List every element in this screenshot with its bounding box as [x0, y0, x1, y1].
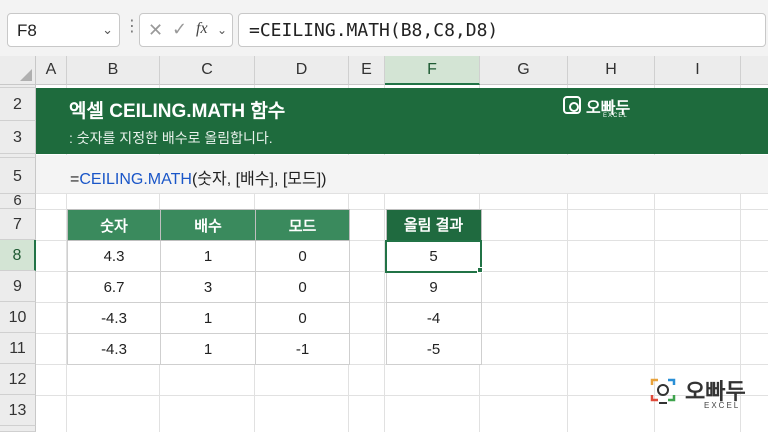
- header-multiple[interactable]: 배수: [160, 209, 256, 241]
- row-header-11[interactable]: 11: [0, 333, 36, 364]
- banner-logo: 오빠두 EXCEL: [563, 94, 643, 122]
- syntax-args: (숫자, [배수], [모드]): [191, 171, 327, 188]
- table-row: 4.3 1 0: [67, 240, 350, 272]
- formula-buttons: ✕ ✓ fx ⌄: [139, 13, 233, 47]
- header-number[interactable]: 숫자: [67, 209, 161, 241]
- result-table: 올림 결과 5 9 -4 -5: [385, 209, 482, 365]
- cell-d9[interactable]: 0: [255, 271, 350, 303]
- formula-input[interactable]: =CEILING.MATH(B8,C8,D8): [238, 13, 766, 47]
- cell-c11[interactable]: 1: [160, 333, 256, 365]
- cell-f9[interactable]: 9: [385, 271, 482, 303]
- syntax-prefix: =: [70, 171, 80, 188]
- insert-function-icon[interactable]: fx: [196, 20, 208, 38]
- logo-icon: [650, 378, 676, 404]
- row-header-2[interactable]: 2: [0, 88, 36, 121]
- table-row: 6.7 3 0: [67, 271, 350, 303]
- column-header-c[interactable]: C: [160, 56, 255, 85]
- table-row: -5: [385, 333, 482, 365]
- cell-f8-active[interactable]: 5: [385, 239, 482, 273]
- column-header-partial[interactable]: [741, 56, 768, 85]
- cell-b9[interactable]: 6.7: [67, 271, 161, 303]
- select-all-icon: [20, 69, 32, 81]
- cell-d10[interactable]: 0: [255, 302, 350, 334]
- cell-c8[interactable]: 1: [160, 240, 256, 272]
- name-box[interactable]: F8 ⌄: [7, 13, 120, 47]
- banner-title: 엑셀 CEILING.MATH 함수: [69, 101, 286, 122]
- cell-f11[interactable]: -5: [385, 333, 482, 365]
- header-mode[interactable]: 모드: [255, 209, 350, 241]
- table-row: 5: [385, 239, 482, 273]
- cancel-icon[interactable]: ✕: [148, 20, 163, 41]
- row-header-8[interactable]: 8: [0, 240, 36, 271]
- input-table: 숫자 배수 모드 4.3 1 0 6.7 3 0 -4.3 1 0 -4.3 1…: [67, 209, 350, 365]
- fill-handle[interactable]: [477, 267, 483, 273]
- logo-sub: EXCEL: [704, 401, 741, 410]
- row-header-5[interactable]: 5: [0, 158, 36, 194]
- name-box-value: F8: [17, 21, 37, 40]
- column-header-d[interactable]: D: [255, 56, 349, 85]
- table-row: 9: [385, 271, 482, 303]
- column-header-b[interactable]: B: [67, 56, 160, 85]
- cell-c9[interactable]: 3: [160, 271, 256, 303]
- cell-b10[interactable]: -4.3: [67, 302, 161, 334]
- chevron-down-icon[interactable]: ⌄: [102, 22, 113, 38]
- select-all-button[interactable]: [0, 56, 36, 85]
- formula-text: =CEILING.MATH(B8,C8,D8): [249, 20, 499, 41]
- row-header-14[interactable]: [0, 426, 36, 432]
- cell-c10[interactable]: 1: [160, 302, 256, 334]
- column-header-g[interactable]: G: [480, 56, 568, 85]
- chevron-down-icon[interactable]: ⌄: [217, 23, 227, 37]
- table-row: -4: [385, 302, 482, 334]
- column-header-h[interactable]: H: [568, 56, 655, 85]
- column-header-f[interactable]: F: [385, 56, 480, 85]
- column-header-a[interactable]: A: [36, 56, 67, 85]
- row-header-7[interactable]: 7: [0, 209, 36, 240]
- row-header-9[interactable]: 9: [0, 271, 36, 302]
- cell-b11[interactable]: -4.3: [67, 333, 161, 365]
- syntax-text[interactable]: =CEILING.MATH(숫자, [배수], [모드]): [70, 165, 327, 189]
- logo-icon: [563, 96, 581, 114]
- cell-d8[interactable]: 0: [255, 240, 350, 272]
- cell-f10[interactable]: -4: [385, 302, 482, 334]
- table-row: -4.3 1 -1: [67, 333, 350, 365]
- watermark-logo: 오빠두 EXCEL: [646, 373, 746, 417]
- banner-subtitle: : 숫자를 지정한 배수로 올림합니다.: [69, 130, 273, 146]
- title-banner: 엑셀 CEILING.MATH 함수 : 숫자를 지정한 배수로 올림합니다.: [36, 88, 768, 154]
- column-header-i[interactable]: I: [655, 56, 741, 85]
- formula-bar: F8 ⌄ ⋮ ✕ ✓ fx ⌄ =CEILING.MATH(B8,C8,D8): [0, 0, 768, 56]
- logo-sub: EXCEL: [603, 113, 628, 119]
- row-header-10[interactable]: 10: [0, 302, 36, 333]
- row-header-13[interactable]: 13: [0, 395, 36, 426]
- syntax-function: CEILING.MATH: [79, 171, 192, 188]
- enter-icon[interactable]: ✓: [172, 19, 187, 40]
- row-header-3[interactable]: 3: [0, 121, 36, 154]
- table-row: -4.3 1 0: [67, 302, 350, 334]
- cell-d11[interactable]: -1: [255, 333, 350, 365]
- row-header-12[interactable]: 12: [0, 364, 36, 395]
- column-header-e[interactable]: E: [349, 56, 385, 85]
- more-options-icon[interactable]: ⋮: [124, 16, 140, 36]
- row-header-6[interactable]: 6: [0, 193, 36, 209]
- header-result[interactable]: 올림 결과: [385, 209, 482, 241]
- cell-b8[interactable]: 4.3: [67, 240, 161, 272]
